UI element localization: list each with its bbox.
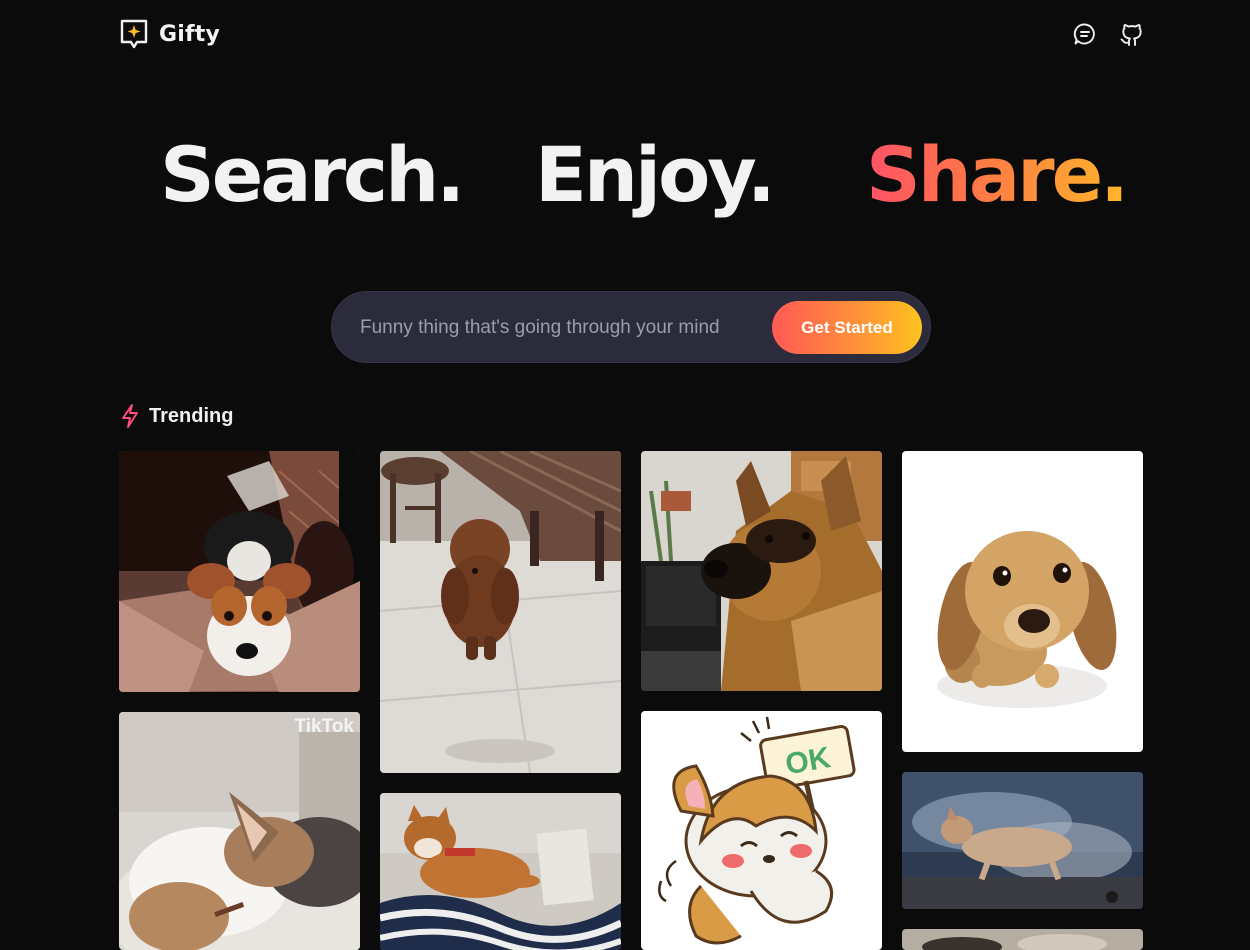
gif-jack-russell-image — [119, 451, 360, 692]
gif-running-corgi[interactable] — [902, 772, 1143, 909]
gif-partial-tile[interactable] — [902, 929, 1143, 950]
gif-german-shepherd[interactable] — [641, 451, 882, 691]
gif-poodle-image — [380, 451, 621, 773]
gif-shiba-on-laptop[interactable] — [380, 793, 621, 950]
gif-running-corgi-image — [902, 772, 1143, 909]
tiktok-watermark: TikTok — [294, 716, 354, 737]
gif-jack-russell-on-couch[interactable] — [119, 451, 360, 692]
gif-shiba-image — [380, 793, 621, 950]
gif-corgi-image — [119, 712, 360, 950]
gif-brown-poodle-standing[interactable] — [380, 451, 621, 773]
gif-cartoon-corgi-image: OK — [641, 711, 882, 950]
gif-corgi-tiktok[interactable]: TikTok — [119, 712, 360, 950]
gif-cartoon-corgi-ok[interactable]: OK — [641, 711, 882, 950]
gif-dachshund-puppy[interactable] — [902, 451, 1143, 752]
gif-german-shepherd-image — [641, 451, 882, 691]
gif-partial-image — [902, 929, 1143, 950]
gif-grid: TikTok OK — [0, 0, 1250, 950]
gif-dachshund-image — [902, 451, 1143, 752]
